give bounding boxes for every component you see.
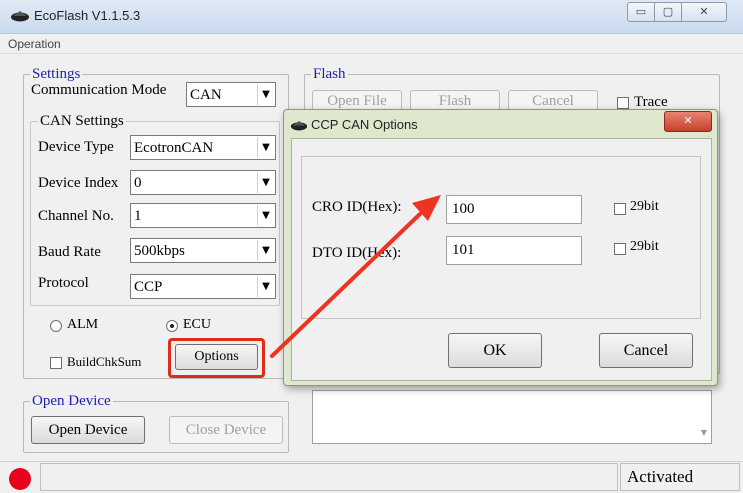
baud-value: 500kbps: [134, 243, 185, 259]
radio-alm[interactable]: [50, 320, 62, 332]
device-index-select[interactable]: 0 ▼: [130, 170, 276, 195]
device-index-label: Device Index: [38, 175, 119, 191]
cro-29bit-checkbox[interactable]: [614, 203, 626, 215]
device-type-select[interactable]: EcotronCAN ▼: [130, 135, 276, 160]
channel-select[interactable]: 1 ▼: [130, 203, 276, 228]
menu-bar: Operation: [0, 34, 743, 54]
dialog-close-button[interactable]: ✕: [664, 111, 712, 132]
dto-id-input[interactable]: 101: [446, 236, 582, 265]
cro-29bit-label: 29bit: [630, 199, 659, 214]
ok-button[interactable]: OK: [448, 333, 542, 368]
status-panel: [40, 463, 618, 491]
buildchksum-checkbox[interactable]: [50, 357, 62, 369]
ccp-can-options-dialog: CCP CAN Options ✕ CRO ID(Hex): 100 29bit…: [283, 109, 718, 386]
channel-value: 1: [134, 208, 142, 224]
menu-operation[interactable]: Operation: [8, 37, 61, 51]
dto-id-value: 101: [452, 242, 475, 258]
dialog-cancel-button[interactable]: Cancel: [599, 333, 693, 368]
baud-select[interactable]: 500kbps ▼: [130, 238, 276, 263]
device-index-value: 0: [134, 175, 142, 191]
comm-mode-label: Communication Mode: [31, 82, 167, 98]
can-settings-legend: CAN Settings: [38, 113, 126, 129]
chevron-down-icon: ▼: [257, 240, 274, 261]
dialog-body: CRO ID(Hex): 100 29bit DTO ID(Hex): 101 …: [291, 138, 712, 381]
flash-legend: Flash: [311, 66, 348, 82]
buildchksum-label: BuildChkSum: [67, 354, 142, 369]
baud-label: Baud Rate: [38, 244, 101, 260]
title-bar: EcoFlash V1.1.5.3 ▭ ▢ ✕: [0, 0, 743, 34]
channel-label: Channel No.: [38, 208, 114, 224]
status-text: Activated: [627, 467, 694, 486]
chevron-down-icon: ▼: [257, 205, 274, 226]
dto-29bit-label: 29bit: [630, 239, 659, 254]
radio-ecu-label: ECU: [183, 317, 211, 332]
chevron-down-icon: ▼: [257, 84, 274, 105]
window-title: EcoFlash V1.1.5.3: [34, 8, 141, 23]
comm-mode-value: CAN: [190, 87, 222, 103]
id-settings-panel: CRO ID(Hex): 100 29bit DTO ID(Hex): 101 …: [301, 156, 701, 319]
app-icon: [290, 121, 308, 131]
chevron-down-icon: ▼: [257, 137, 274, 158]
comm-mode-select[interactable]: CAN ▼: [186, 82, 276, 107]
window-controls: ▭ ▢ ✕: [627, 2, 727, 22]
close-device-button[interactable]: Close Device: [169, 416, 283, 444]
minimize-button[interactable]: ▭: [627, 2, 655, 22]
device-type-value: EcotronCAN: [134, 140, 214, 156]
chevron-down-icon: ▼: [257, 172, 274, 193]
protocol-select[interactable]: CCP ▼: [130, 274, 276, 299]
cro-id-input[interactable]: 100: [446, 195, 582, 224]
protocol-label: Protocol: [38, 275, 89, 291]
flash-log-area[interactable]: ▼: [312, 390, 712, 444]
protocol-value: CCP: [134, 279, 163, 295]
cro-id-label: CRO ID(Hex):: [312, 199, 402, 215]
dto-29bit-checkbox[interactable]: [614, 243, 626, 255]
status-indicator: [9, 468, 31, 490]
settings-legend: Settings: [30, 66, 83, 82]
app-icon: [11, 11, 29, 22]
dialog-title: CCP CAN Options: [311, 117, 418, 132]
scroll-down-icon[interactable]: ▼: [701, 428, 707, 437]
radio-alm-label: ALM: [67, 317, 99, 332]
cro-id-value: 100: [452, 201, 475, 217]
open-device-button[interactable]: Open Device: [31, 416, 145, 444]
open-device-legend: Open Device: [30, 393, 113, 409]
status-text-panel: Activated: [620, 463, 740, 491]
status-bar: Activated: [0, 461, 743, 493]
highlight-box: [168, 338, 265, 378]
radio-ecu[interactable]: [166, 320, 178, 332]
trace-checkbox[interactable]: [617, 97, 629, 109]
device-type-label: Device Type: [38, 139, 114, 155]
close-button[interactable]: ✕: [682, 2, 727, 22]
maximize-button[interactable]: ▢: [655, 2, 682, 22]
chevron-down-icon: ▼: [257, 276, 274, 297]
dto-id-label: DTO ID(Hex):: [312, 245, 402, 261]
